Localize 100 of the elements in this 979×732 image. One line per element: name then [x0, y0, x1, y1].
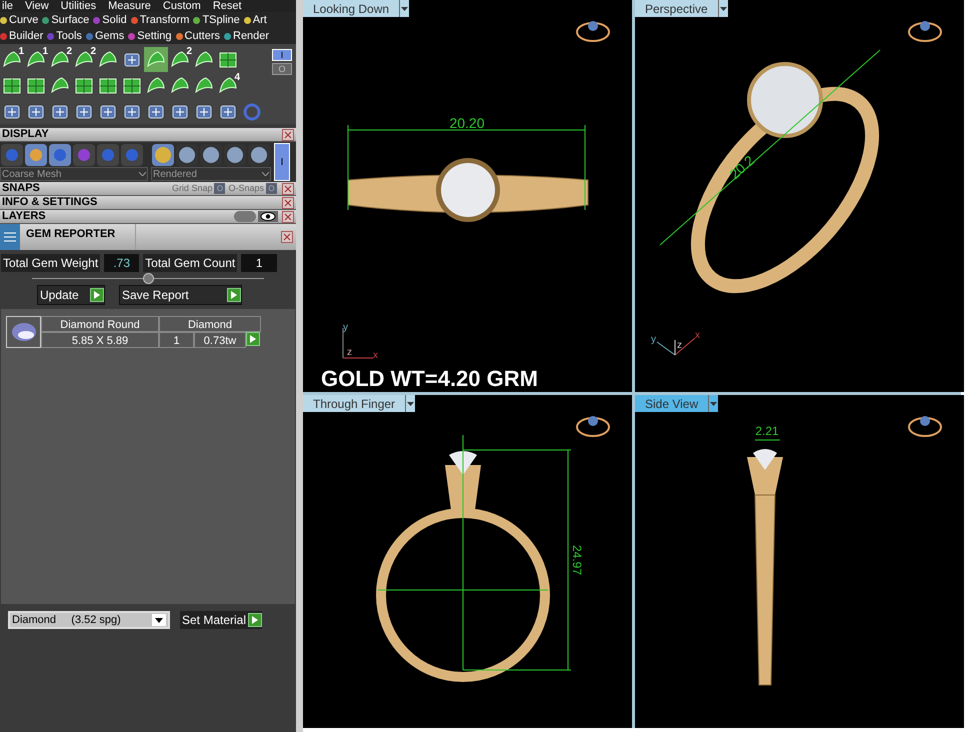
menu-item[interactable]: Utilities: [60, 0, 96, 12]
menu-item[interactable]: Custom: [162, 0, 201, 12]
render-sphere-icon[interactable]: [200, 144, 222, 166]
ring-thumbnail-icon: [576, 21, 610, 42]
surface-icon: [50, 76, 70, 96]
panel-title: INFO & SETTINGS: [1, 197, 98, 208]
toolbar-button[interactable]: 1: [24, 47, 48, 72]
mesh-display-icon[interactable]: [49, 144, 71, 166]
panel-header[interactable]: INFO & SETTINGS: [0, 196, 296, 210]
menu-item[interactable]: View: [25, 0, 49, 12]
toolbar-button[interactable]: 2: [168, 47, 192, 72]
surface-icon: [146, 76, 166, 96]
grid-surface-icon: [74, 76, 94, 96]
close-icon[interactable]: [282, 210, 294, 222]
slider-thumb[interactable]: [143, 273, 154, 284]
category-tab[interactable]: Curve: [0, 12, 38, 28]
category-tab[interactable]: Gems: [86, 28, 124, 44]
category-tab[interactable]: Transform: [130, 12, 190, 28]
play-icon[interactable]: [248, 613, 262, 627]
caret-icon: [139, 172, 146, 176]
icon-badge-number: 1: [42, 47, 48, 57]
dimension-label: 24.97: [570, 545, 584, 576]
panel-header[interactable]: LAYERS: [0, 210, 296, 224]
table-cell: Diamond: [159, 316, 261, 332]
surface-icon: [170, 76, 190, 96]
category-tab[interactable]: Setting: [128, 28, 172, 44]
total-weight-value: .73: [104, 254, 140, 272]
report-button[interactable]: Save Report: [119, 285, 242, 305]
snap-label: O-Snaps: [228, 184, 264, 193]
panel-title: LAYERS: [1, 211, 46, 222]
close-icon[interactable]: [282, 128, 294, 140]
category-tab[interactable]: Surface: [42, 12, 90, 28]
toolbar-button[interactable]: 4: [216, 73, 240, 98]
surface-icon: [194, 50, 214, 70]
viewport[interactable]: Looking Down 20.20 y z x GOLD WT=4.20 GRM: [303, 0, 632, 392]
toolbar-button[interactable]: 2: [72, 47, 96, 72]
table-cell: Diamond Round: [41, 316, 159, 332]
render-sphere-icon[interactable]: [152, 144, 174, 166]
view-selector[interactable]: Side View: [635, 395, 718, 412]
render-dropdown[interactable]: Rendered: [151, 167, 271, 181]
grid-surface-icon: [122, 76, 142, 96]
menu-item[interactable]: ile: [2, 0, 14, 12]
viewport[interactable]: Side View 2.21: [635, 395, 964, 728]
table-cell: 0.73tw: [194, 332, 246, 348]
category-tab[interactable]: Render: [224, 28, 270, 44]
view-selector[interactable]: Perspective: [635, 0, 728, 17]
set-material-button[interactable]: Set Material: [180, 611, 262, 629]
close-icon[interactable]: [281, 231, 293, 243]
close-icon[interactable]: [282, 196, 294, 208]
ring-thumbnail-icon: [908, 416, 942, 437]
category-tab[interactable]: Art: [244, 12, 267, 28]
menu-item[interactable]: Reset: [212, 0, 242, 12]
table-cell: 1: [159, 332, 194, 348]
grid-surface-icon: [98, 76, 118, 96]
caret-icon: [720, 6, 727, 10]
panel-header[interactable]: SNAPS Grid Snap O O-Snaps O: [0, 182, 296, 196]
close-icon[interactable]: [282, 182, 294, 194]
category-tab[interactable]: Tools: [47, 28, 82, 44]
icon-badge-number: 4: [234, 73, 240, 83]
render-sphere-icon[interactable]: [248, 144, 270, 166]
surface-icon: [146, 50, 166, 70]
render-sphere-icon[interactable]: [224, 144, 246, 166]
eye-icon[interactable]: [258, 211, 278, 222]
panel-header[interactable]: DISPLAY: [0, 128, 296, 142]
material-dropdown[interactable]: Diamond (3.52 spg): [8, 611, 170, 629]
ring-thumbnail-icon: [908, 21, 942, 42]
icon-badge-number: 2: [66, 47, 72, 57]
view-selector[interactable]: Through Finger: [303, 395, 416, 412]
dropdown-arrow-button[interactable]: [152, 614, 166, 626]
report-button[interactable]: Update: [37, 285, 105, 305]
axis-label: x: [695, 330, 700, 341]
panel-title: GEM REPORTER: [20, 224, 136, 250]
table-cell: 5.85 X 5.89: [41, 332, 159, 348]
toolbar-button[interactable]: 2: [48, 47, 72, 72]
grid-surface-icon: [26, 76, 46, 96]
grid-surface-icon: [2, 76, 22, 96]
mesh-dropdown[interactable]: Coarse Mesh: [0, 167, 148, 181]
category-tab[interactable]: Builder: [0, 28, 44, 44]
caret-icon: [407, 402, 414, 406]
toggle-button[interactable]: I: [272, 49, 292, 61]
total-count-label: Total Gem Count: [143, 254, 238, 272]
toggle-button[interactable]: I: [274, 143, 290, 181]
icon-badge-number: 2: [90, 47, 96, 57]
toolbar-button[interactable]: 1: [0, 47, 24, 72]
category-tab[interactable]: Cutters: [176, 28, 220, 44]
total-count-value: 1: [241, 254, 278, 272]
mesh-display-icon[interactable]: [25, 144, 47, 166]
axis-icon: [656, 338, 696, 356]
category-tab[interactable]: TSpline: [193, 12, 240, 28]
category-tab[interactable]: Solid: [93, 12, 127, 28]
icon-badge-number: 2: [186, 47, 192, 57]
snap-label: Grid Snap: [172, 184, 212, 193]
menu-item[interactable]: Measure: [108, 0, 151, 12]
viewport[interactable]: Through Finger 24.97: [303, 395, 632, 728]
ring-icon: [242, 102, 262, 122]
render-sphere-icon[interactable]: [176, 144, 198, 166]
total-weight-label: Total Gem Weight: [1, 254, 100, 272]
ring-thumbnail-icon: [576, 416, 610, 437]
view-selector[interactable]: Looking Down: [303, 0, 410, 17]
caret-icon: [401, 6, 408, 10]
